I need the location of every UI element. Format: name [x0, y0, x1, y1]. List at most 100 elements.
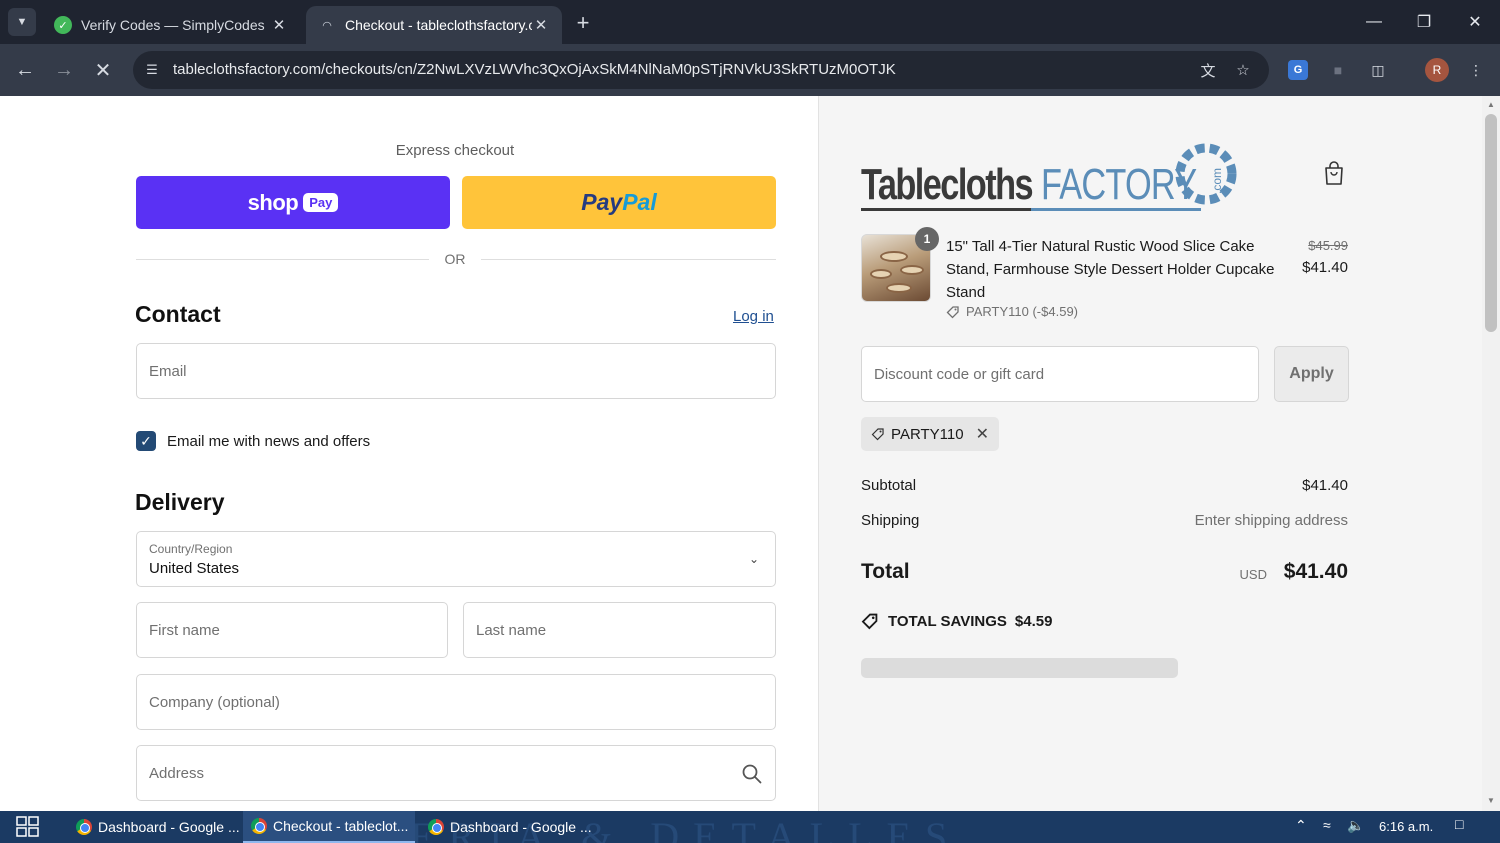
product-name: 15" Tall 4-Tier Natural Rustic Wood Slic… [946, 238, 1275, 301]
product-discount: PARTY110 (-$4.59) [946, 304, 1078, 319]
total-label: Total [861, 560, 910, 583]
scroll-down-icon[interactable]: ▼ [1486, 796, 1496, 806]
tab-title: Verify Codes — SimplyCodes [81, 17, 265, 33]
translate-icon[interactable]: 文 [1198, 60, 1218, 80]
total-savings: TOTAL SAVINGS $4.59 [861, 612, 1052, 630]
apply-discount-button[interactable]: Apply [1274, 346, 1349, 402]
newsletter-label[interactable]: Email me with news and offers [167, 433, 370, 450]
tray-chevron-up-icon[interactable]: ⌃ [1295, 817, 1307, 834]
taskbar-item-checkout[interactable]: Checkout - tableclot... [243, 811, 415, 843]
last-name-field[interactable]: Last name [463, 602, 776, 658]
restore-button[interactable]: ❐ [1404, 8, 1444, 36]
extension-icon[interactable]: ■ [1326, 58, 1350, 82]
stop-loading-button[interactable]: ✕ [89, 56, 117, 84]
savings-label: TOTAL SAVINGS [888, 612, 1007, 630]
extensions-puzzle-icon[interactable]: ◫ [1366, 58, 1390, 82]
minimize-button[interactable]: — [1354, 8, 1394, 36]
browser-toolbar: ← → ✕ ☰ tableclothsfactory.com/checkouts… [0, 44, 1500, 96]
checkout-form-panel: Express checkout shop Pay Pay Pal OR Cont… [0, 96, 818, 811]
taskbar-item-label: Checkout - tableclot... [273, 818, 409, 834]
tag-icon [871, 428, 884, 441]
divider [481, 259, 776, 260]
wifi-icon[interactable]: ≈ [1323, 817, 1331, 833]
email-placeholder: Email [149, 363, 187, 380]
google-translate-extension-icon[interactable]: G [1288, 60, 1308, 80]
tab-close-icon[interactable]: ✕ [532, 16, 550, 34]
tab-close-icon[interactable]: ✕ [270, 16, 288, 34]
logo-text-com: .com [1210, 167, 1225, 195]
first-name-placeholder: First name [149, 622, 220, 639]
divider [136, 259, 429, 260]
scroll-up-icon[interactable]: ▲ [1486, 100, 1496, 110]
tab-simplycodes[interactable]: ✓ Verify Codes — SimplyCodes ✕ [42, 6, 300, 44]
forward-button[interactable]: → [50, 56, 78, 84]
paypal-wordmark-part1: Pay [581, 189, 623, 215]
browser-menu-icon[interactable]: ⋮ [1464, 58, 1488, 82]
address-placeholder: Address [149, 765, 205, 782]
bookmark-star-icon[interactable]: ☆ [1233, 60, 1253, 80]
close-window-button[interactable]: ✕ [1455, 8, 1495, 36]
profile-avatar[interactable]: R [1425, 58, 1449, 82]
discount-code-field[interactable]: Discount code or gift card [861, 346, 1259, 402]
subtotal-value: $41.40 [1302, 477, 1348, 494]
scroll-thumb[interactable] [1485, 114, 1497, 332]
url-text[interactable]: tableclothsfactory.com/checkouts/cn/Z2Nw… [173, 61, 896, 78]
newsletter-checkbox[interactable]: ✓ [136, 431, 156, 451]
contact-heading: Contact [135, 301, 221, 327]
log-in-link[interactable]: Log in [733, 308, 774, 325]
back-button[interactable]: ← [11, 56, 39, 84]
tab-title: Checkout - tableclothsfactory.c [345, 17, 532, 33]
taskbar-clock[interactable]: 6:16 a.m. [1379, 819, 1433, 834]
chevron-down-icon: ⌄ [748, 552, 759, 566]
site-settings-icon[interactable]: ☰ [143, 61, 161, 79]
tab-search-button[interactable]: ▼ [8, 8, 36, 36]
delivery-heading: Delivery [135, 489, 225, 515]
address-field[interactable]: Address [136, 745, 776, 801]
quantity-badge: 1 [915, 227, 939, 251]
loading-placeholder [861, 658, 1178, 678]
discount-placeholder: Discount code or gift card [874, 366, 1045, 383]
applied-code-text: PARTY110 [891, 425, 964, 443]
logo-text-factory: FACTORY [1041, 160, 1197, 209]
new-tab-button[interactable]: + [570, 10, 596, 36]
email-field[interactable]: Email [136, 343, 776, 399]
page-scrollbar[interactable]: ▲ ▼ [1482, 96, 1500, 811]
savings-tag-icon [861, 613, 878, 630]
chrome-icon [251, 818, 267, 834]
notifications-icon[interactable]: □ [1455, 816, 1463, 832]
country-label: Country/Region [149, 542, 233, 556]
start-grid-icon[interactable] [16, 816, 40, 838]
taskbar-item-label: Dashboard - Google ... [450, 819, 592, 835]
chrome-icon [428, 819, 444, 835]
applied-code-chip: PARTY110 ✕ [861, 417, 999, 451]
tab-checkout[interactable]: ◠ Checkout - tableclothsfactory.c ✕ [306, 6, 562, 44]
simplycodes-favicon-icon: ✓ [54, 16, 72, 34]
chrome-icon [76, 819, 92, 835]
original-price: $45.99 [1308, 238, 1348, 253]
taskbar-item-dashboard[interactable]: Dashboard - Google ... [68, 811, 240, 843]
tag-icon [946, 305, 959, 318]
taskbar-item-dashboard-2[interactable]: Dashboard - Google ... [420, 811, 592, 843]
country-select[interactable]: Country/Region United States ⌄ [136, 531, 776, 587]
store-logo[interactable]: Tablecloths FACTORY .com [861, 136, 1251, 216]
address-bar[interactable]: ☰ tableclothsfactory.com/checkouts/cn/Z2… [133, 51, 1269, 89]
first-name-field[interactable]: First name [136, 602, 448, 658]
subtotal-label: Subtotal [861, 477, 917, 494]
volume-muted-icon[interactable]: 🔈 [1347, 817, 1364, 834]
company-placeholder: Company (optional) [149, 694, 280, 711]
paypal-button[interactable]: Pay Pal [462, 176, 776, 229]
browser-tab-bar: ▼ ✓ Verify Codes — SimplyCodes ✕ ◠ Check… [0, 0, 1500, 44]
logo-text-tablecloths: Tablecloths [861, 160, 1034, 209]
search-icon [742, 764, 762, 784]
shop-pay-wordmark: shop [247, 189, 299, 215]
item-price: $41.40 [1302, 259, 1348, 276]
last-name-placeholder: Last name [476, 622, 547, 639]
company-field[interactable]: Company (optional) [136, 674, 776, 730]
product-discount-text: PARTY110 (-$4.59) [966, 304, 1078, 319]
express-checkout-label: Express checkout [395, 142, 515, 159]
savings-value: $4.59 [1014, 612, 1053, 630]
shop-pay-button[interactable]: shop Pay [136, 176, 450, 229]
shopping-bag-icon[interactable] [1322, 160, 1346, 186]
remove-code-icon[interactable]: ✕ [976, 424, 989, 444]
total-currency: USD [1239, 567, 1267, 582]
